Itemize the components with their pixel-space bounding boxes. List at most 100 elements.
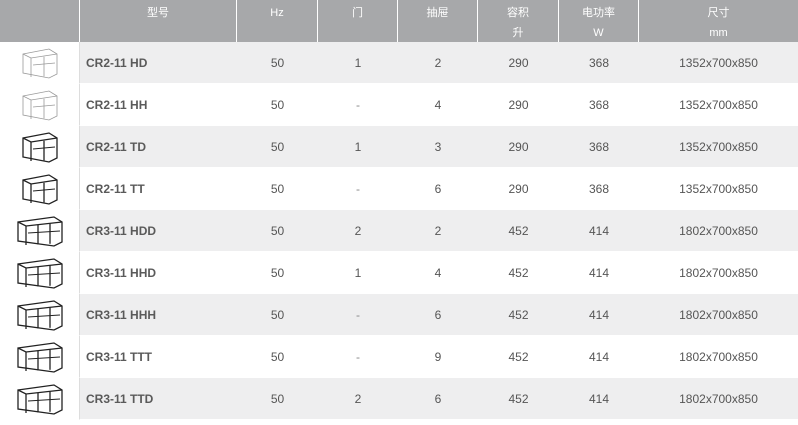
volume-cell: 452	[478, 294, 559, 336]
doors-cell: -	[318, 294, 398, 336]
product-image-cell	[0, 294, 80, 336]
header-size: 尺寸 mm	[639, 0, 798, 42]
model-cell: CR3-11 TTD	[80, 378, 237, 420]
volume-cell: 452	[478, 378, 559, 420]
hz-cell: 50	[237, 42, 318, 84]
hz-cell: 50	[237, 294, 318, 336]
header-power: 电功率 W	[559, 0, 639, 42]
doors-cell: 1	[318, 126, 398, 168]
power-cell: 368	[559, 42, 639, 84]
table-row: CR2-11 TT 50-6 290 368 1352x700x850	[0, 168, 798, 210]
fridge-2-door-light-icon	[0, 46, 79, 80]
fridge-2-section-drawer-icon	[0, 172, 79, 206]
power-cell: 414	[559, 210, 639, 252]
header-drawers: 抽屉	[398, 0, 478, 42]
volume-cell: 290	[478, 126, 559, 168]
model-cell: CR3-11 HHH	[80, 294, 237, 336]
model-cell: CR2-11 TD	[80, 126, 237, 168]
size-cell: 1352x700x850	[639, 84, 798, 126]
fridge-3-drawer-icon	[0, 298, 79, 332]
product-image-cell	[0, 168, 80, 210]
fridge-3-door-icon	[0, 214, 79, 248]
hz-cell: 50	[237, 84, 318, 126]
fridge-2-section-door-icon	[0, 130, 79, 164]
size-cell: 1352x700x850	[639, 42, 798, 84]
drawers-cell: 2	[398, 210, 478, 252]
volume-cell: 290	[478, 42, 559, 84]
size-cell: 1802x700x850	[639, 252, 798, 294]
volume-cell: 452	[478, 252, 559, 294]
size-cell: 1802x700x850	[639, 336, 798, 378]
hz-cell: 50	[237, 210, 318, 252]
drawers-cell: 2	[398, 42, 478, 84]
model-cell: CR2-11 HH	[80, 84, 237, 126]
model-cell: CR2-11 TT	[80, 168, 237, 210]
power-cell: 368	[559, 84, 639, 126]
volume-cell: 452	[478, 210, 559, 252]
power-cell: 414	[559, 294, 639, 336]
header-model: 型号	[80, 0, 237, 42]
product-image-cell	[0, 210, 80, 252]
drawers-cell: 4	[398, 252, 478, 294]
fridge-3-door-drawer-icon	[0, 256, 79, 290]
drawers-cell: 9	[398, 336, 478, 378]
doors-cell: 1	[318, 42, 398, 84]
model-cell: CR3-11 HDD	[80, 210, 237, 252]
product-image-cell	[0, 378, 80, 420]
drawers-cell: 4	[398, 84, 478, 126]
power-cell: 414	[559, 378, 639, 420]
fridge-3-triple-drawer-icon	[0, 340, 79, 374]
power-cell: 368	[559, 126, 639, 168]
power-cell: 414	[559, 336, 639, 378]
header-row: 型号 Hz 门 抽屉 容积升 电功率 W 尺寸 mm	[0, 0, 798, 42]
model-cell: CR3-11 TTT	[80, 336, 237, 378]
product-image-cell	[0, 84, 80, 126]
table-row: CR3-11 TTD 50 2 6 452 414 1802x700x850	[0, 378, 798, 420]
size-cell: 1802x700x850	[639, 294, 798, 336]
product-image-cell	[0, 126, 80, 168]
volume-cell: 452	[478, 336, 559, 378]
table-row: CR2-11 TD 50 1 3 290 368 1352x700x850	[0, 126, 798, 168]
hz-cell: 50	[237, 168, 318, 210]
table-row: CR3-11 TTT 50-9 452 414 1802x700x850	[0, 336, 798, 378]
size-cell: 1352x700x850	[639, 168, 798, 210]
product-image-cell	[0, 336, 80, 378]
size-cell: 1802x700x850	[639, 378, 798, 420]
table-row: CR3-11 HHH 50-6 452 414 1802x700x850	[0, 294, 798, 336]
table-row: CR2-11 HH 50-4 290 368 1352x700x850	[0, 84, 798, 126]
hz-cell: 50	[237, 336, 318, 378]
hz-cell: 50	[237, 378, 318, 420]
product-image-cell	[0, 42, 80, 84]
spec-table: 型号 Hz 门 抽屉 容积升 电功率 W 尺寸 mm CR2-11 HD 50 1 2 29…	[0, 0, 798, 420]
drawers-cell: 6	[398, 294, 478, 336]
power-cell: 368	[559, 168, 639, 210]
table-row: CR3-11 HDD 50 2 2 452 414 1802x700x850	[0, 210, 798, 252]
product-image-cell	[0, 252, 80, 294]
power-cell: 414	[559, 252, 639, 294]
volume-cell: 290	[478, 168, 559, 210]
doors-cell: 2	[318, 210, 398, 252]
size-cell: 1352x700x850	[639, 126, 798, 168]
doors-cell: -	[318, 84, 398, 126]
hz-cell: 50	[237, 126, 318, 168]
header-doors: 门	[318, 0, 398, 42]
drawers-cell: 3	[398, 126, 478, 168]
drawers-cell: 6	[398, 168, 478, 210]
header-volume: 容积升	[478, 0, 559, 42]
model-cell: CR3-11 HHD	[80, 252, 237, 294]
fridge-3-triple-door-icon	[0, 382, 79, 416]
doors-cell: -	[318, 336, 398, 378]
hz-cell: 50	[237, 252, 318, 294]
model-cell: CR2-11 HD	[80, 42, 237, 84]
doors-cell: -	[318, 168, 398, 210]
doors-cell: 2	[318, 378, 398, 420]
table-row: CR3-11 HHD 50 1 4 452 414 1802x700x850	[0, 252, 798, 294]
fridge-2-drawer-light-icon	[0, 88, 79, 122]
volume-cell: 290	[478, 84, 559, 126]
drawers-cell: 6	[398, 378, 478, 420]
header-hz: Hz	[237, 0, 318, 42]
table-row: CR2-11 HD 50 1 2 290 368 1352x700x850	[0, 42, 798, 84]
size-cell: 1802x700x850	[639, 210, 798, 252]
header-image-cell	[0, 0, 80, 42]
doors-cell: 1	[318, 252, 398, 294]
